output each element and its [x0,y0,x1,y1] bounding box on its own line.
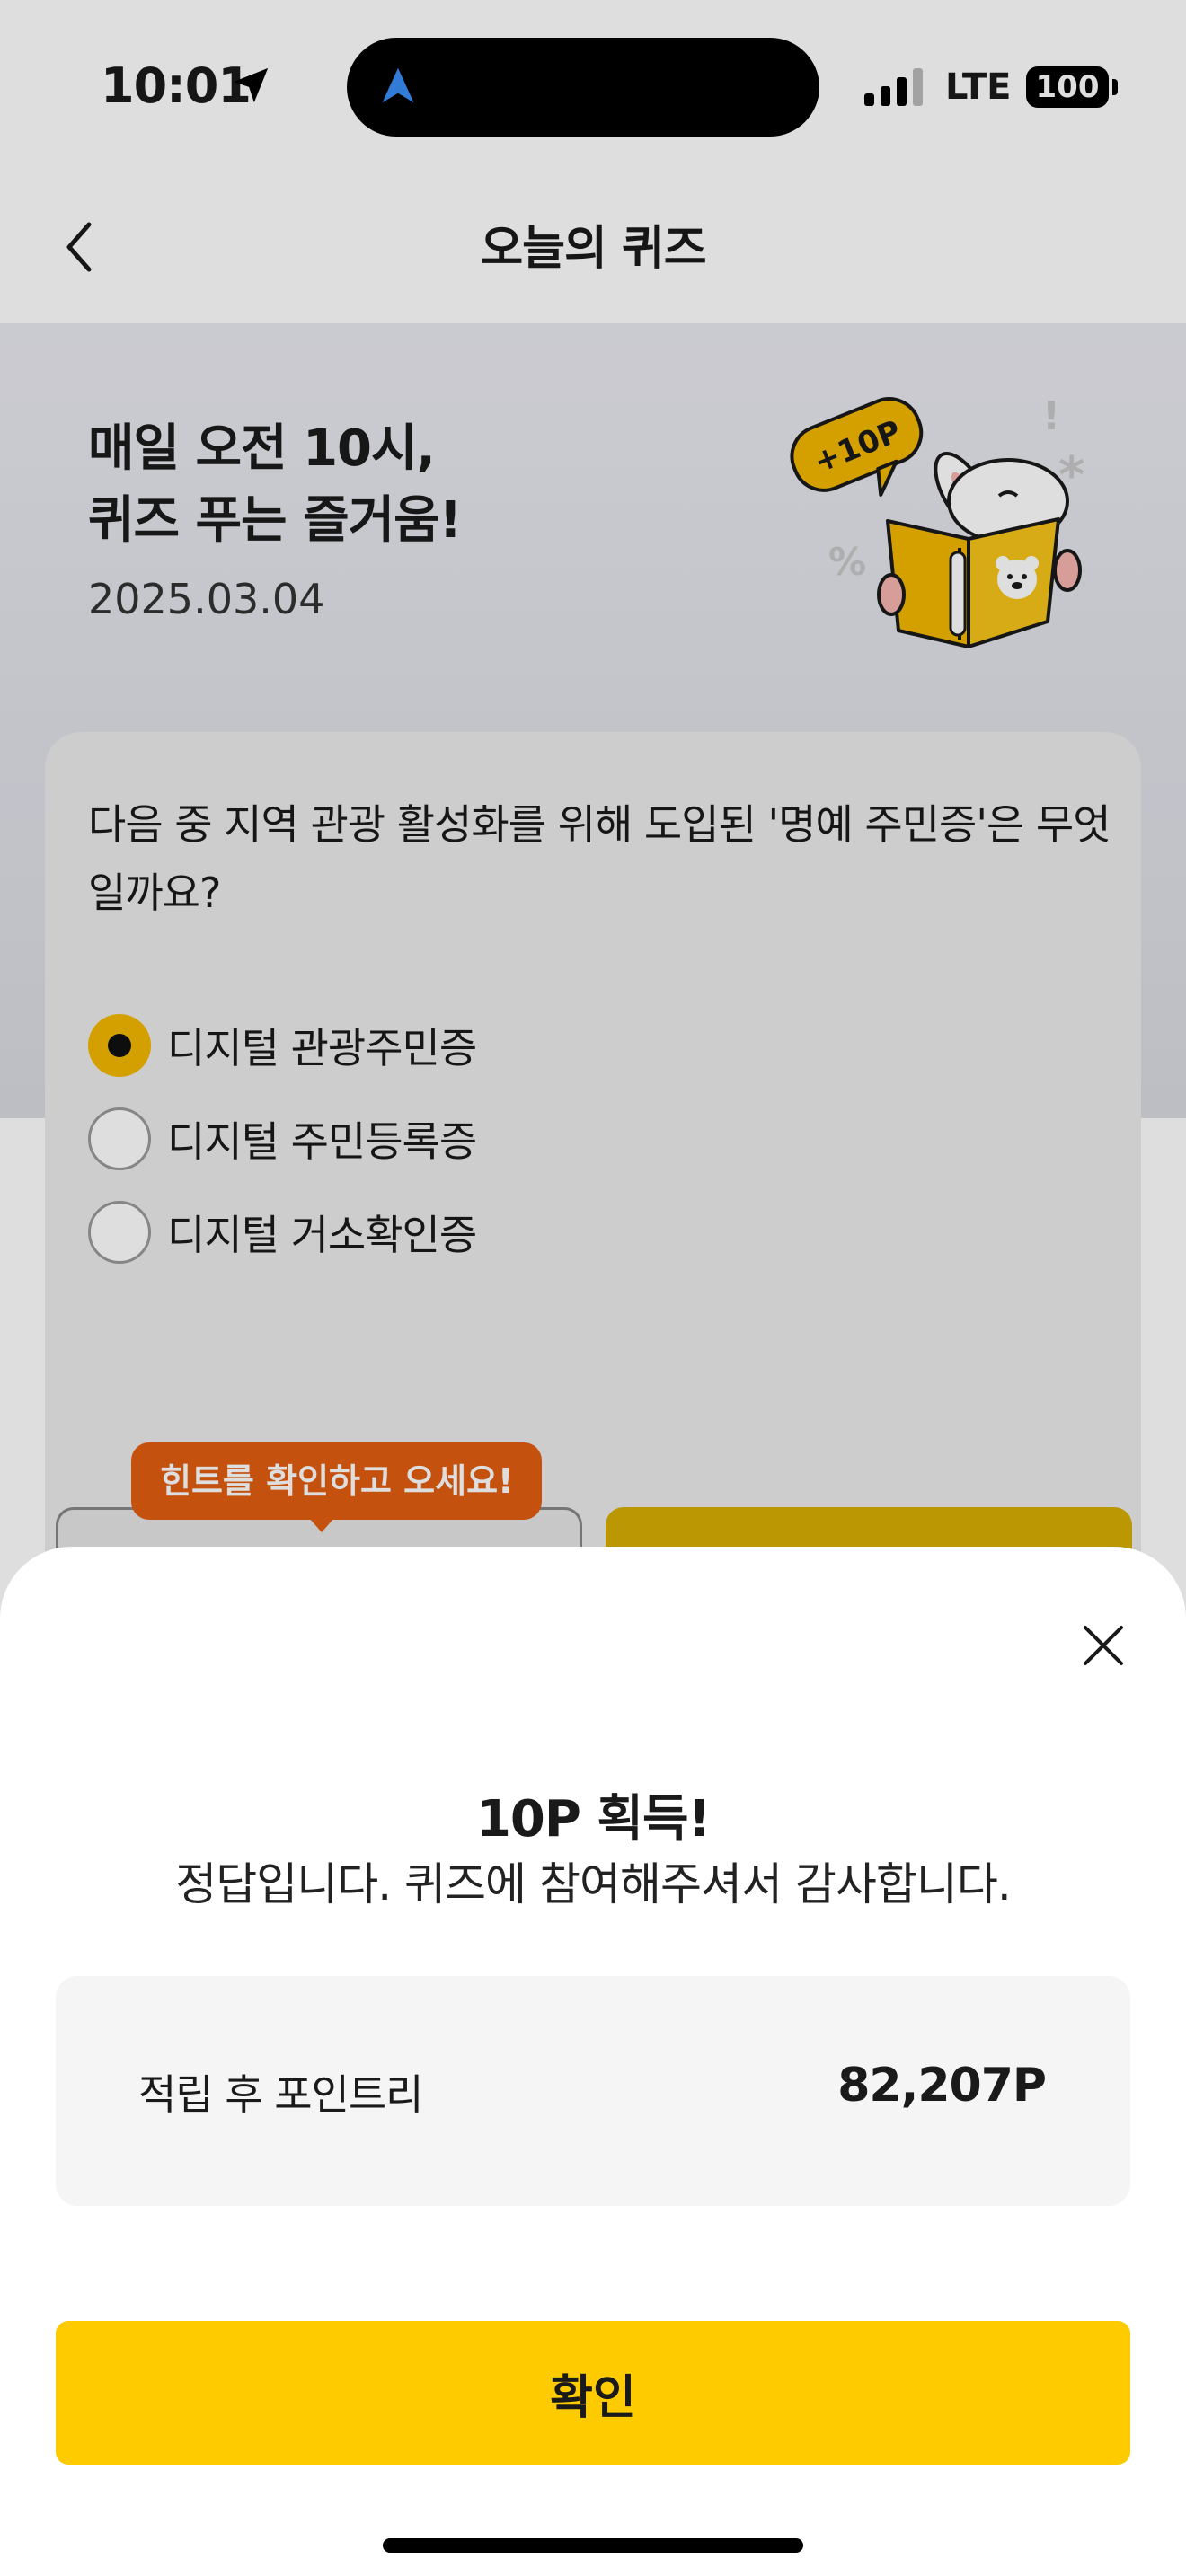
confirm-button[interactable]: 확인 [56,2321,1130,2465]
result-title: 10P 획득! [475,1790,711,1848]
result-message: 정답입니다. 퀴즈에 참여해주셔서 감사합니다. [175,1858,1011,1910]
close-icon [1084,1626,1123,1665]
home-indicator[interactable] [383,2538,803,2553]
close-button[interactable] [1075,1617,1132,1674]
points-value: 82,207P [837,2059,1047,2113]
points-label: 적립 후 포인트리 [138,2070,423,2119]
